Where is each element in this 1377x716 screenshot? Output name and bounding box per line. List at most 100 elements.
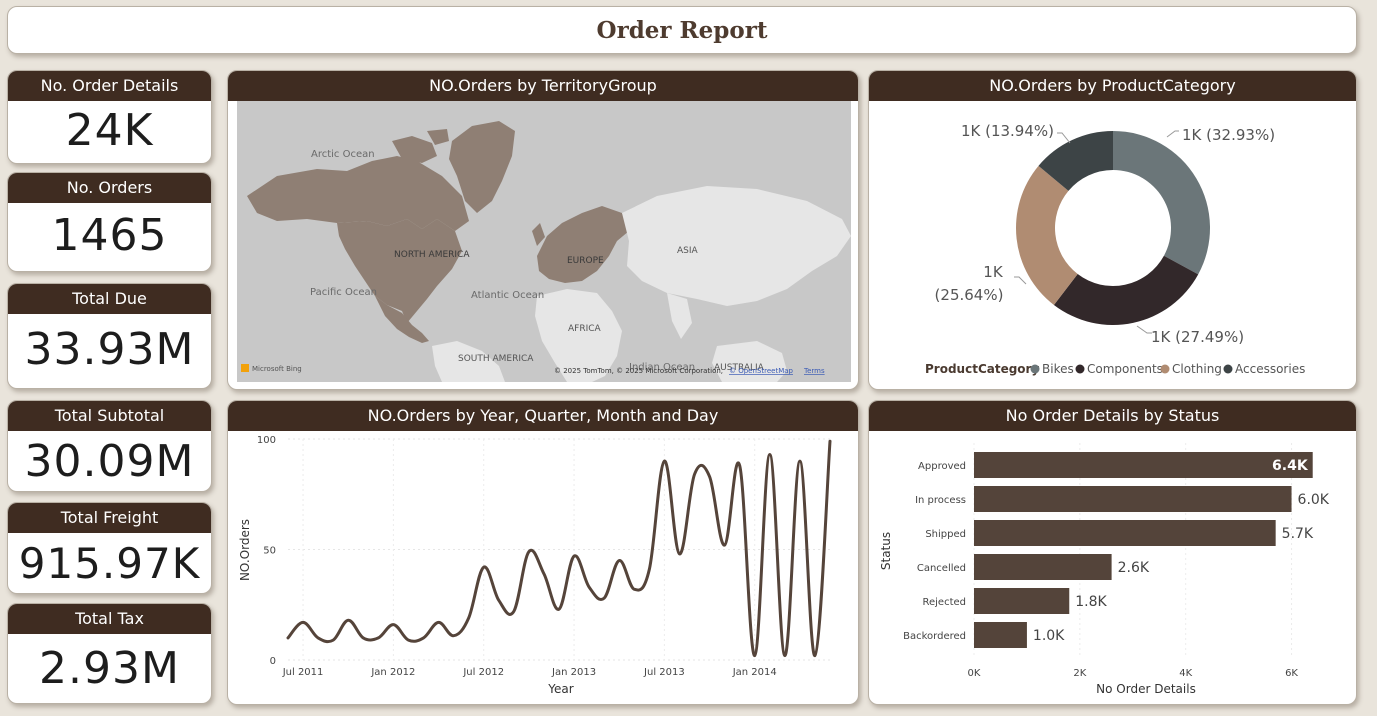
bar-data-label: 1.8K — [1075, 594, 1107, 610]
map-brand: Microsoft Bing — [252, 365, 302, 373]
kpi-value: 30.09M — [24, 436, 195, 487]
kpi-card-total-subtotal[interactable]: Total Subtotal 30.09M — [7, 400, 212, 492]
line-x-axis-title: Year — [547, 682, 573, 696]
bar-x-tick-label: 2K — [1073, 668, 1086, 679]
line-x-tick-label: Jan 2012 — [370, 667, 415, 678]
bar-data-label: 2.6K — [1118, 560, 1150, 576]
legend-dot-accessories — [1223, 364, 1233, 374]
map-label-north-america: NORTH AMERICA — [394, 250, 470, 260]
line-y-axis-title: NO.Orders — [238, 519, 252, 581]
map-label-pacific: Pacific Ocean — [310, 287, 377, 298]
donut-label-clothing-percent: (25.64%) — [935, 286, 1004, 304]
report-title: Order Report — [596, 16, 768, 44]
map-label-europe: EUROPE — [567, 256, 604, 266]
donut-slice-components[interactable] — [1053, 255, 1199, 325]
kpi-value: 915.97K — [18, 539, 201, 588]
kpi-card-total-tax[interactable]: Total Tax 2.93M — [7, 603, 212, 704]
donut-chart[interactable]: 1K (32.93%) 1K (27.49%) 1K (25.64%) 1K (… — [869, 101, 1357, 390]
line-x-tick-label: Jul 2012 — [462, 667, 504, 678]
legend-label-bikes[interactable]: Bikes — [1042, 362, 1074, 376]
map-copyright: © 2025 TomTom, © 2025 Microsoft Corporat… — [554, 367, 723, 375]
leader-line-bikes — [1166, 130, 1179, 138]
bar-approved[interactable] — [974, 452, 1313, 478]
line-x-tick-label: Jul 2013 — [643, 667, 685, 678]
bar-x-axis-title: No Order Details — [1096, 682, 1196, 696]
map-osm-link[interactable]: © OpenStreetMap — [729, 367, 794, 375]
map-terms-link[interactable]: Terms — [803, 367, 825, 375]
legend-dot-bikes — [1030, 364, 1040, 374]
line-y-tick-label: 0 — [270, 656, 276, 667]
kpi-value: 1465 — [51, 210, 168, 261]
donut-slice-bikes[interactable] — [1113, 131, 1210, 275]
bar-data-label: 5.7K — [1282, 526, 1314, 542]
donut-title: NO.Orders by ProductCategory — [869, 71, 1356, 101]
line-x-tick-label: Jan 2014 — [732, 667, 777, 678]
map-label-arctic: Arctic Ocean — [311, 149, 375, 160]
line-y-tick-label: 50 — [263, 546, 276, 557]
map-card[interactable]: NO.Orders by TerritoryGroup Arctic Ocean… — [227, 70, 859, 390]
bar-category-label: Shipped — [925, 529, 966, 540]
kpi-card-orders[interactable]: No. Orders 1465 — [7, 172, 212, 272]
bar-y-axis-title: Status — [879, 532, 893, 570]
map-label-africa: AFRICA — [568, 324, 602, 334]
map-title: NO.Orders by TerritoryGroup — [228, 71, 858, 101]
bar-category-label: Rejected — [922, 597, 966, 608]
line-x-tick-label: Jul 2011 — [282, 667, 324, 678]
line-y-tick-label: 100 — [257, 435, 276, 446]
bar-chart-card[interactable]: No Order Details by Status Approved 6.4K I… — [868, 400, 1357, 705]
map-label-atlantic: Atlantic Ocean — [471, 290, 544, 301]
kpi-label: Total Tax — [8, 604, 211, 634]
bar-category-label: Cancelled — [917, 563, 966, 574]
world-map[interactable]: Arctic Ocean NORTH AMERICA EUROPE ASIA P… — [237, 101, 851, 382]
legend-dot-clothing — [1160, 364, 1170, 374]
kpi-label: No. Order Details — [8, 71, 211, 101]
bar-category-label: Approved — [918, 461, 966, 472]
kpi-label: Total Subtotal — [8, 401, 211, 431]
bar-shipped[interactable] — [974, 520, 1276, 546]
bar-rejected[interactable] — [974, 588, 1070, 614]
leader-line-components — [1136, 325, 1152, 334]
bar-backordered[interactable] — [974, 622, 1027, 648]
bing-logo-icon — [241, 364, 249, 372]
bar-cancelled[interactable] — [974, 554, 1112, 580]
kpi-value: 2.93M — [39, 643, 180, 694]
legend-label-accessories[interactable]: Accessories — [1235, 362, 1305, 376]
kpi-label: No. Orders — [8, 173, 211, 203]
kpi-value: 33.93M — [24, 324, 195, 375]
donut-label-bikes: 1K (32.93%) — [1182, 126, 1275, 144]
report-title-card: Order Report — [7, 6, 1357, 54]
donut-legend-title: ProductCategory — [925, 362, 1039, 376]
donut-label-accessories: 1K (13.94%) — [961, 122, 1054, 140]
bar-chart-title: No Order Details by Status — [869, 401, 1356, 431]
legend-label-clothing[interactable]: Clothing — [1172, 362, 1222, 376]
kpi-label: Total Due — [8, 284, 211, 314]
bar-chart[interactable]: Approved 6.4K In process 6.0K Shipped 5.7K Can… — [869, 431, 1357, 705]
donut-card[interactable]: NO.Orders by ProductCategory 1K (32.93%)… — [868, 70, 1357, 390]
bar-data-label: 1.0K — [1033, 628, 1065, 644]
line-chart[interactable]: 0 50 100 Jul 2011 Jan 2012 Jul 2012 Jan 2013 J… — [228, 431, 859, 705]
bar-x-tick-label: 0K — [968, 668, 981, 679]
line-series-orders[interactable] — [286, 439, 832, 658]
line-chart-card[interactable]: NO.Orders by Year, Quarter, Month and Da… — [227, 400, 859, 705]
kpi-value: 24K — [65, 105, 154, 156]
kpi-card-order-details[interactable]: No. Order Details 24K — [7, 70, 212, 164]
line-chart-title: NO.Orders by Year, Quarter, Month and Da… — [228, 401, 858, 431]
bar-x-tick-label: 6K — [1285, 668, 1298, 679]
legend-dot-components — [1075, 364, 1085, 374]
kpi-card-total-freight[interactable]: Total Freight 915.97K — [7, 502, 212, 594]
donut-label-components: 1K (27.49%) — [1151, 328, 1244, 346]
leader-line-accessories — [1057, 132, 1071, 144]
bar-data-label: 6.0K — [1298, 492, 1330, 508]
bar-in-process[interactable] — [974, 486, 1292, 512]
leader-line-clothing — [1014, 276, 1027, 285]
legend-label-components[interactable]: Components — [1087, 362, 1163, 376]
map-label-south-america: SOUTH AMERICA — [458, 354, 534, 364]
map-label-asia: ASIA — [677, 246, 699, 256]
kpi-label: Total Freight — [8, 503, 211, 533]
bar-x-tick-label: 4K — [1179, 668, 1192, 679]
bar-category-label: Backordered — [903, 631, 966, 642]
donut-label-clothing-value: 1K — [983, 263, 1004, 281]
bar-category-label: In process — [915, 495, 966, 506]
kpi-card-total-due[interactable]: Total Due 33.93M — [7, 283, 212, 389]
bar-data-label: 6.4K — [1272, 458, 1309, 474]
